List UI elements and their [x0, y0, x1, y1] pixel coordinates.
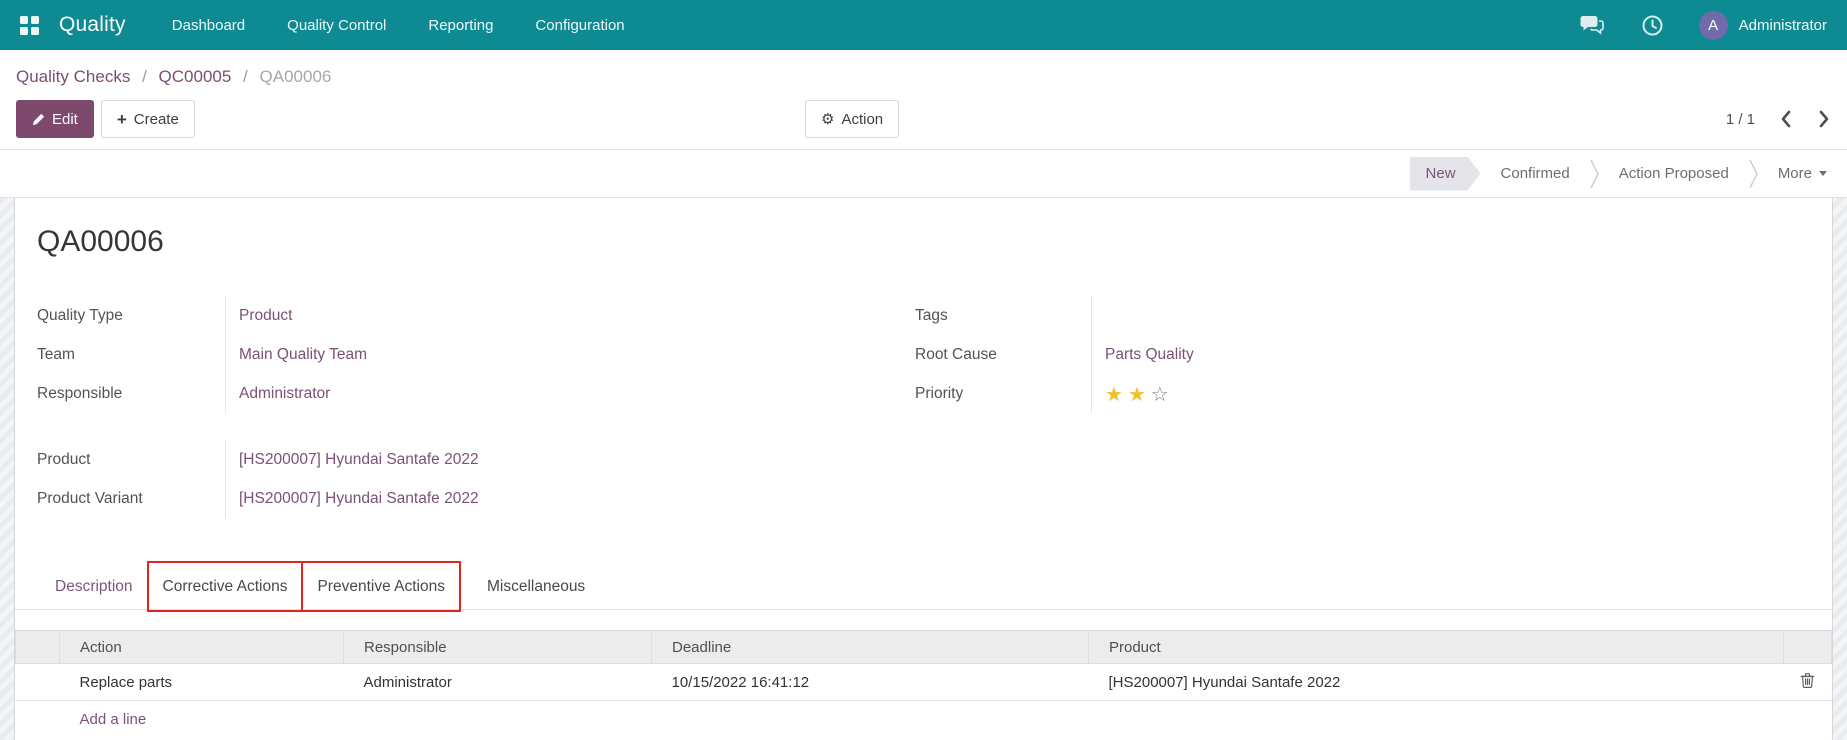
column-header-deadline: Deadline	[652, 631, 1089, 664]
gear-icon: ⚙	[821, 112, 834, 127]
field-root-cause: Root Cause Parts Quality	[915, 335, 1810, 374]
breadcrumb-current: QA00006	[260, 67, 332, 86]
field-group-right: Tags Root Cause Parts Quality Priority ★…	[915, 296, 1810, 518]
cell-product: [HS200007] Hyundai Santafe 2022	[1089, 664, 1784, 701]
plus-icon: +	[117, 111, 127, 128]
priority-stars[interactable]: ★★☆	[1105, 384, 1174, 404]
breadcrumb-quality-checks[interactable]: Quality Checks	[16, 67, 130, 86]
row-handle-cell	[16, 664, 60, 701]
breadcrumb: Quality Checks / QC00005 / QA00006	[0, 50, 1847, 87]
table-row[interactable]: Replace parts Administrator 10/15/2022 1…	[16, 664, 1832, 701]
user-avatar[interactable]: A	[1699, 11, 1728, 40]
field-quality-type: Quality Type Product	[37, 296, 887, 335]
add-a-line-link[interactable]: Add a line	[80, 711, 147, 728]
statusbar: New Confirmed Action Proposed More	[0, 149, 1847, 198]
cell-responsible: Administrator	[344, 664, 652, 701]
star-filled-icon[interactable]: ★	[1128, 382, 1151, 406]
table-header-row: Action Responsible Deadline Product	[16, 631, 1832, 664]
field-product: Product [HS200007] Hyundai Santafe 2022	[37, 440, 887, 479]
tab-preventive-actions[interactable]: Preventive Actions	[301, 561, 461, 612]
status-step-action-proposed[interactable]: Action Proposed	[1619, 165, 1729, 182]
product-variant-value[interactable]: [HS200007] Hyundai Santafe 2022	[239, 490, 479, 508]
star-empty-icon[interactable]: ☆	[1151, 382, 1174, 406]
pager-value[interactable]: 1 / 1	[1726, 111, 1755, 128]
field-groups: Quality Type Product Team Main Quality T…	[37, 296, 1810, 518]
status-step-more[interactable]: More	[1778, 165, 1827, 182]
user-name[interactable]: Administrator	[1739, 17, 1827, 34]
star-filled-icon[interactable]: ★	[1105, 382, 1128, 406]
tab-miscellaneous[interactable]: Miscellaneous	[473, 565, 599, 609]
responsible-value[interactable]: Administrator	[239, 385, 330, 403]
top-navbar: Quality Dashboard Quality Control Report…	[0, 0, 1847, 50]
pencil-icon	[32, 113, 45, 126]
pager-next-icon[interactable]	[1817, 110, 1831, 128]
field-team: Team Main Quality Team	[37, 335, 887, 374]
delete-row-trash-icon[interactable]	[1800, 672, 1815, 688]
status-separator	[1590, 159, 1599, 189]
messages-icon[interactable]	[1580, 15, 1604, 35]
team-value[interactable]: Main Quality Team	[239, 346, 367, 364]
sheet-background: QA00006 Quality Type Product Team Main Q…	[0, 198, 1847, 740]
handle-column-header	[16, 631, 60, 664]
corrective-actions-table: Action Responsible Deadline Product Repl…	[15, 630, 1832, 738]
column-header-product: Product	[1089, 631, 1784, 664]
menu-quality-control[interactable]: Quality Control	[285, 2, 388, 49]
action-menu-button[interactable]: ⚙ Action	[805, 100, 899, 138]
status-step-confirmed[interactable]: Confirmed	[1501, 165, 1570, 182]
record-title: QA00006	[37, 225, 1832, 259]
menu-reporting[interactable]: Reporting	[426, 2, 495, 49]
quality-type-value[interactable]: Product	[239, 307, 292, 325]
apps-grid-icon[interactable]	[20, 16, 39, 35]
caret-down-icon	[1819, 171, 1827, 176]
column-header-action: Action	[60, 631, 344, 664]
control-panel: Quality Checks / QC00005 / QA00006 Edit …	[0, 50, 1847, 149]
tab-description[interactable]: Description	[41, 565, 147, 609]
top-menu: Dashboard Quality Control Reporting Conf…	[170, 2, 627, 49]
field-group-gap	[37, 413, 887, 440]
breadcrumb-separator: /	[142, 67, 147, 86]
field-responsible: Responsible Administrator	[37, 374, 887, 413]
breadcrumb-qc00005[interactable]: QC00005	[159, 67, 232, 86]
form-sheet: QA00006 Quality Type Product Team Main Q…	[14, 198, 1833, 740]
status-step-new[interactable]: New	[1410, 157, 1481, 191]
edit-button[interactable]: Edit	[16, 100, 94, 138]
field-priority: Priority ★★☆	[915, 374, 1810, 413]
status-separator	[1749, 159, 1758, 189]
cell-action: Replace parts	[60, 664, 344, 701]
notebook-tabs: Description Corrective Actions Preventiv…	[15, 565, 1832, 610]
column-header-responsible: Responsible	[344, 631, 652, 664]
trash-column-header	[1784, 631, 1832, 664]
pager-previous-icon[interactable]	[1779, 110, 1793, 128]
add-line-row: Add a line	[16, 701, 1832, 738]
field-tags: Tags	[915, 296, 1810, 335]
pager: 1 / 1	[1726, 110, 1831, 128]
field-group-left: Quality Type Product Team Main Quality T…	[37, 296, 887, 518]
activities-clock-icon[interactable]	[1642, 15, 1663, 36]
app-brand[interactable]: Quality	[59, 13, 126, 37]
button-row: Edit + Create ⚙ Action 1 / 1	[0, 87, 1847, 149]
root-cause-value[interactable]: Parts Quality	[1105, 346, 1194, 364]
cell-deadline: 10/15/2022 16:41:12	[652, 664, 1089, 701]
create-button[interactable]: + Create	[101, 100, 195, 138]
tab-corrective-actions[interactable]: Corrective Actions	[147, 561, 304, 612]
field-product-variant: Product Variant [HS200007] Hyundai Santa…	[37, 479, 887, 518]
menu-configuration[interactable]: Configuration	[533, 2, 626, 49]
breadcrumb-separator: /	[243, 67, 248, 86]
menu-dashboard[interactable]: Dashboard	[170, 2, 247, 49]
product-value[interactable]: [HS200007] Hyundai Santafe 2022	[239, 451, 479, 469]
